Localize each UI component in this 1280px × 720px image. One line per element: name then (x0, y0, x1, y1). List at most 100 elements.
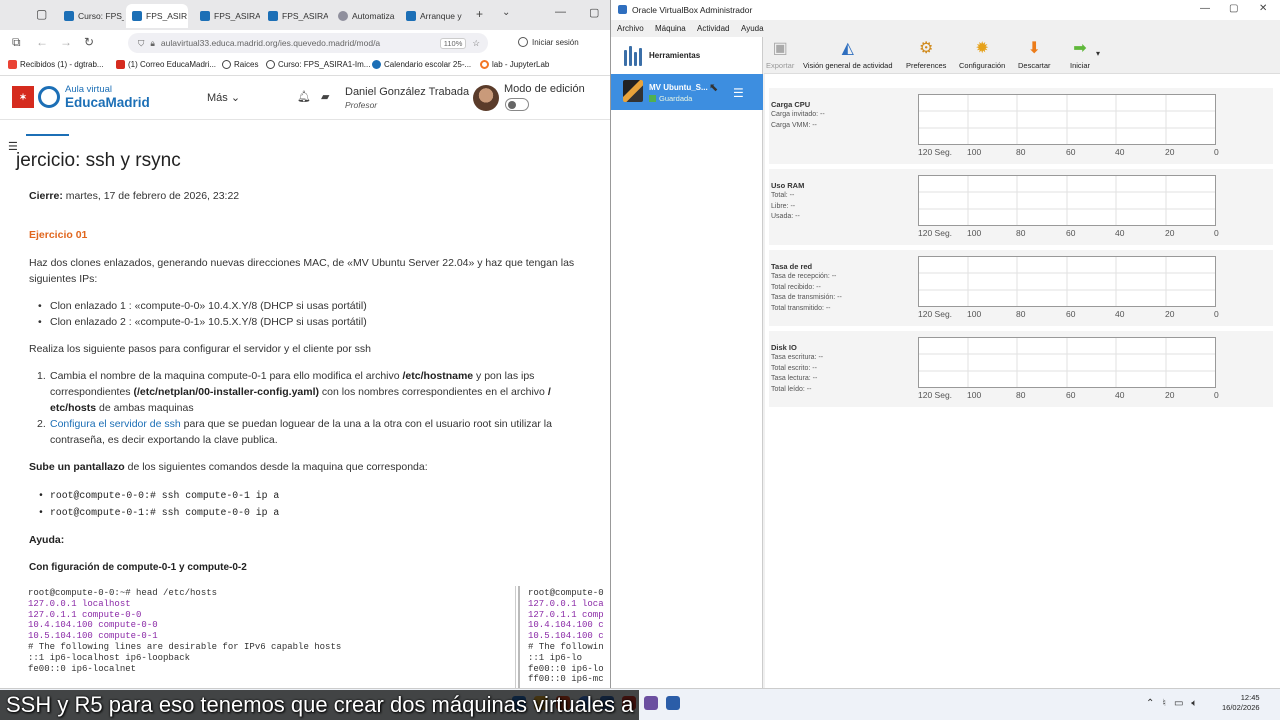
signin-button[interactable]: Iniciar sesión (518, 37, 579, 47)
avatar[interactable] (473, 85, 499, 111)
desktop: ▢ Curso: FPS_ FPS_ASIR ✕ FPS_ASIRA FPS_A… (0, 0, 1280, 720)
bookmark-star-icon[interactable]: ☆ (472, 38, 488, 49)
start-options-chevron-icon[interactable]: ▾ (1096, 49, 1100, 58)
messages-chat-icon[interactable]: ▰ (321, 90, 329, 103)
bookmark-item[interactable]: Raices (222, 60, 258, 69)
settings-button[interactable]: ✹ Configuración (959, 39, 1005, 70)
browser-tab[interactable]: FPS_ASIRA (262, 4, 328, 28)
url-text[interactable]: aulavirtual33.educa.madrid.org/ies.queve… (161, 38, 380, 48)
back-icon[interactable]: ← (36, 35, 48, 49)
panel-metric: Tasa escritura: -- (771, 354, 824, 361)
zoom-level[interactable]: 110% (439, 37, 467, 49)
bookmarks-bar: Recibidos (1) - dgtrab... (1) Correo Edu… (0, 56, 610, 76)
forward-icon[interactable]: → (60, 35, 72, 49)
vm-list-item[interactable]: MV Ubuntu_S... Guardada ☰ (611, 74, 763, 110)
more-menu[interactable]: Más ⌄ (207, 91, 240, 104)
tools-icon[interactable] (623, 44, 643, 66)
step-text: correspondientes (50, 386, 134, 398)
activity-overview-button[interactable]: ◭ Visión general de actividad (803, 39, 893, 70)
preferences-button[interactable]: ⚙ Preferences (906, 39, 946, 70)
madrid-logo-icon[interactable]: ✶ (12, 86, 34, 108)
educamadrid-logo-icon[interactable] (38, 86, 60, 108)
axis-tick-label: 20 (1165, 228, 1175, 238)
intro-line-2: siguientes IPs: (29, 273, 98, 285)
page-title: jercicio: ssh y rsync (16, 150, 181, 171)
start-button[interactable]: ➡ Iniciar (1070, 39, 1090, 70)
bookmark-item[interactable]: lab - JupyterLab (480, 60, 549, 69)
doc-favicon-icon (406, 11, 416, 21)
bookmark-item[interactable]: Curso: FPS_ASIRA1-Im... (266, 60, 370, 69)
step-1-line-2: correspondientes (/etc/netplan/00-instal… (50, 385, 551, 401)
sidebar-toggle-icon[interactable]: ⧉ (12, 35, 21, 50)
export-icon: ▣ (772, 40, 788, 57)
browser-tab-active[interactable]: FPS_ASIR ✕ (126, 4, 188, 28)
panel-title: Uso RAM (771, 181, 805, 190)
logo-text-line2[interactable]: EducaMadrid (65, 95, 150, 110)
vbox-toolbar: ▣ Exportar ◭ Visión general de actividad… (764, 37, 1280, 74)
logo-text-line1[interactable]: Aula virtual (65, 84, 112, 95)
bookmark-item[interactable]: Calendario escolar 25-... (372, 60, 471, 69)
axis-tick-label: 80 (1016, 147, 1026, 157)
tools-label[interactable]: Herramientas (649, 51, 700, 60)
step-text: con los nombres correspondientes en el a… (319, 386, 548, 398)
volume-icon[interactable]: 🔈︎ (1191, 698, 1197, 709)
bookmark-item[interactable]: (1) Correo EducaMadri... (116, 60, 216, 69)
bookmark-item[interactable]: Recibidos (1) - dgtrab... (8, 60, 104, 69)
menu-ayuda[interactable]: Ayuda (741, 24, 764, 33)
virtualbox-taskbar-icon[interactable] (666, 696, 680, 710)
maximize-icon[interactable]: ▢ (589, 6, 599, 19)
user-name[interactable]: Daniel González Trabada (345, 86, 469, 98)
app-icon[interactable] (644, 696, 658, 710)
network-icon[interactable]: ▭ (1174, 698, 1183, 709)
browser-tab[interactable]: Automatiza (332, 4, 398, 28)
minimize-icon[interactable]: — (555, 6, 566, 18)
reload-icon[interactable]: ↻ (84, 35, 94, 49)
command-item: root@compute-0-1:# ssh compute-0-0 ip a (38, 505, 279, 521)
axis-tick-label: 60 (1066, 390, 1076, 400)
tab-list-chevron-icon[interactable]: ⌄ (502, 7, 510, 18)
clock-date: 16/02/2026 (1222, 703, 1260, 712)
code-line: ff00::0 ip6-mc (528, 674, 604, 685)
assignment-content: jercicio: ssh y rsync Cierre: martes, 17… (0, 120, 610, 688)
notifications-bell-icon[interactable]: 🔔︎ (297, 90, 311, 103)
url-bar[interactable]: ⛉ 🔒︎ aulavirtual33.educa.madrid.org/ies.… (128, 33, 488, 53)
moodle-favicon-icon (268, 11, 278, 21)
shield-icon[interactable]: ⛉ (138, 38, 144, 49)
browser-tab[interactable]: Arranque y (400, 4, 466, 28)
edit-mode-toggle[interactable] (505, 98, 529, 111)
browser-tab[interactable]: FPS_ASIRA (194, 4, 260, 28)
taskbar-clock[interactable]: 12:45 16/02/2026 (1222, 693, 1260, 713)
panel-metric: Usada: -- (771, 213, 800, 220)
axis-tick-label: 80 (1016, 390, 1026, 400)
close-icon[interactable]: ✕ (1259, 3, 1267, 14)
axis-tick-label: 40 (1115, 309, 1125, 319)
menu-actividad[interactable]: Actividad (697, 24, 729, 33)
ssh-server-link[interactable]: Configura el servidor de ssh (50, 418, 181, 430)
discard-button[interactable]: ⬇ Descartar (1018, 39, 1051, 70)
browser-tab[interactable]: Curso: FPS_ (58, 4, 124, 28)
axis-tick-label: 80 (1016, 228, 1026, 238)
panel-metric: Libre: -- (771, 202, 796, 210)
menu-archivo[interactable]: Archivo (617, 24, 644, 33)
panel-metric: Total transmitido: -- (771, 304, 831, 312)
minimize-icon[interactable]: — (1200, 3, 1210, 14)
vm-details-menu-icon[interactable]: ☰ (733, 86, 744, 100)
code-line: 10.4.104.100 compute-0-0 (28, 620, 158, 631)
lock-icon[interactable]: 🔒︎ (150, 38, 155, 49)
tab-groups-icon[interactable]: ▢ (36, 7, 47, 21)
new-tab-icon[interactable]: + (476, 7, 483, 21)
export-button[interactable]: ▣ Exportar (766, 39, 794, 70)
panel-metric: Tasa de recepción: -- (771, 273, 837, 280)
menu-maquina[interactable]: Máquina (655, 24, 686, 33)
toolbar-label: Visión general de actividad (803, 61, 893, 70)
maximize-icon[interactable]: ▢ (1229, 3, 1238, 14)
graph-time-axis: 120 Seg. 100 80 60 40 20 0 (918, 390, 1228, 400)
code-block-hosts-left: root@compute-0-0:~# head /etc/hosts 127.0… (28, 586, 516, 688)
chevron-up-icon[interactable]: ⌃ (1146, 698, 1154, 709)
virtualbox-icon (618, 5, 627, 14)
tab-strip: ▢ Curso: FPS_ FPS_ASIR ✕ FPS_ASIRA FPS_A… (0, 0, 610, 30)
site-header: ✶ Aula virtual EducaMadrid Más ⌄ 🔔︎ ▰ Da… (0, 76, 610, 120)
list-item: Clon enlazado 2 : «compute-0-1» 10.5.X.Y… (38, 315, 367, 331)
panel-metric: Tasa lectura: -- (771, 375, 818, 382)
microphone-icon[interactable]: ♮ (1162, 698, 1166, 709)
